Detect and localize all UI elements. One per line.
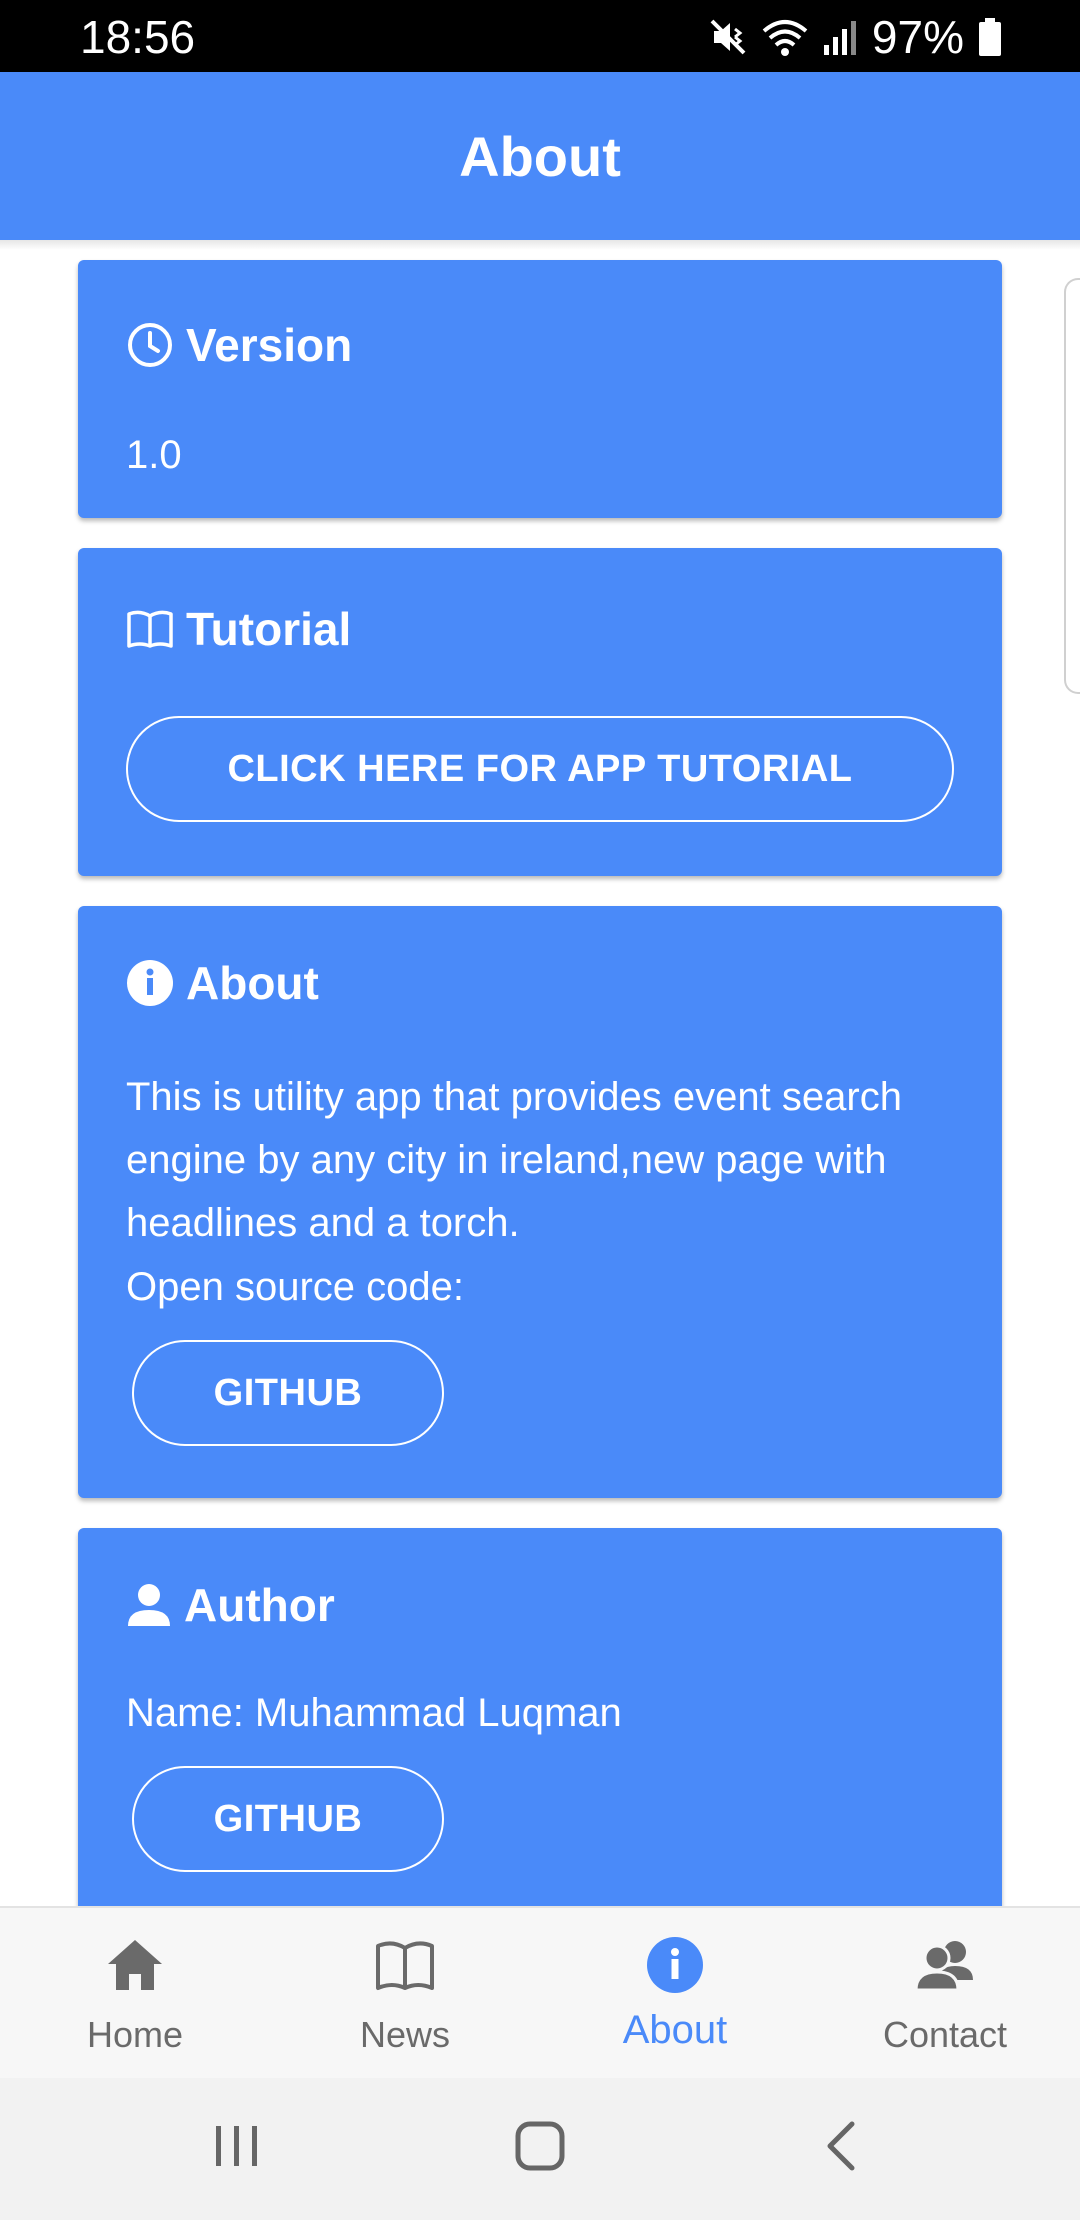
app-tutorial-button[interactable]: CLICK HERE FOR APP TUTORIAL [126,716,954,822]
author-title: Author [126,1578,335,1632]
version-title: Version [126,318,352,372]
page-title: About [459,124,621,188]
author-github-button[interactable]: GITHUB [132,1766,444,1872]
tutorial-title: Tutorial [126,602,351,656]
wifi-icon [762,17,808,57]
recent-apps-icon[interactable] [212,2116,262,2181]
app-header: About [0,72,1080,240]
about-card: About This is utility app that provides … [78,906,1002,1498]
tutorial-card: Tutorial CLICK HERE FOR APP TUTORIAL [78,548,1002,876]
status-bar: 18:56 97% [0,0,1080,72]
person-icon [126,1582,184,1628]
about-title: About [126,956,319,1010]
nav-contact-label: Contact [882,2014,1008,2055]
contacts-icon [810,1938,1080,1992]
nav-news[interactable]: News [270,1908,540,2080]
nav-about-label: About [622,2008,728,2052]
nav-home-label: Home [86,2014,184,2055]
book-icon [270,1938,540,1992]
battery-percent: 97% [871,11,964,63]
version-title-label: Version [186,319,353,371]
bottom-nav: Home News About Contact [0,1906,1080,2080]
version-card: Version 1.0 [78,260,1002,518]
nav-home[interactable]: Home [0,1908,270,2080]
info-icon [540,1936,810,1994]
status-time: 18:56 [80,11,196,63]
open-source-label: Open source code: [126,1265,464,1309]
signal-icon [822,17,858,57]
home-button-icon[interactable] [510,2116,570,2181]
author-card: Author Name: Muhammad Luqman GITHUB [78,1528,1002,1906]
about-title-label: About [186,957,319,1009]
system-nav-bar [0,2078,1080,2220]
edge-panel-handle[interactable] [1064,278,1080,694]
author-title-label: Author [184,1579,335,1631]
about-description: This is utility app that provides event … [126,1075,902,1245]
info-icon [126,959,186,1007]
content-scroll[interactable]: Version 1.0 Tutorial CLICK HERE FOR APP … [0,250,1080,1906]
source-github-button[interactable]: GITHUB [132,1340,444,1446]
back-icon[interactable] [816,2116,866,2181]
clock-icon [126,321,186,369]
battery-icon [978,17,1002,57]
home-icon [0,1938,270,1992]
nav-contact[interactable]: Contact [810,1908,1080,2080]
version-value: 1.0 [126,433,182,477]
tutorial-title-label: Tutorial [186,603,352,655]
author-name: Name: Muhammad Luqman [126,1691,622,1735]
nav-about[interactable]: About [540,1908,810,2080]
header-shadow [0,240,1080,250]
status-icons: 97% [708,10,1002,64]
nav-news-label: News [359,2014,451,2055]
mute-icon [708,17,748,57]
book-icon [126,608,186,650]
